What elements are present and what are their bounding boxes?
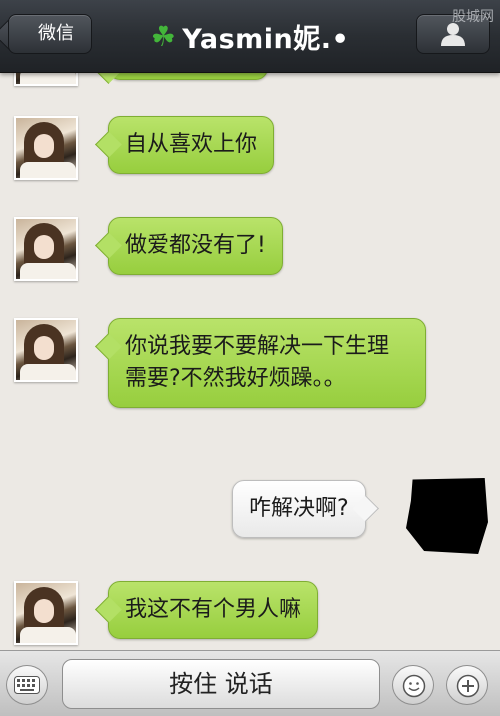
message-text: 咋解决啊? [249, 496, 349, 521]
avatar[interactable] [14, 217, 78, 281]
partial-message-bubble [108, 72, 268, 80]
contact-name: Yasmin妮.• [182, 23, 350, 55]
avatar[interactable] [14, 72, 78, 86]
message-bubble[interactable]: 你说我要不要解决一下生理需要?不然我好烦躁。。 [108, 318, 426, 408]
message-text: 做爱都没有了! [125, 233, 266, 258]
avatar[interactable] [14, 581, 78, 645]
keyboard-toggle-button[interactable] [6, 665, 48, 705]
emoji-icon [402, 674, 426, 698]
avatar[interactable] [14, 116, 78, 180]
message-text: 自从喜欢上你 [125, 132, 258, 157]
message-bubble[interactable]: 自从喜欢上你 [108, 116, 275, 174]
avatar[interactable] [14, 318, 78, 382]
chat-header: 微信 ☘ Yasmin妮.• 股城网 [0, 0, 500, 73]
input-bar: 按住 说话 [0, 650, 500, 716]
message-bubble[interactable]: 做爱都没有了! [108, 217, 283, 275]
add-more-button[interactable] [446, 665, 488, 705]
message-text: 我这不有个男人嘛 [125, 597, 302, 622]
message-bubble-outgoing[interactable]: 咋解决啊? [232, 480, 366, 538]
message-text: 你说我要不要解决一下生理需要?不然我好烦躁。。 [125, 334, 390, 391]
keyboard-icon [14, 676, 40, 694]
add-more-icon [456, 674, 480, 698]
emoji-button[interactable] [392, 665, 434, 705]
redacted-avatar [406, 478, 488, 554]
watermark: 股城网 [452, 9, 494, 25]
clover-icon: ☘ [150, 19, 177, 53]
hold-to-talk-button[interactable]: 按住 说话 [62, 659, 380, 709]
message-list[interactable]: 自从喜欢上你 做爱都没有了! 你说我要不要解决一下生理需要?不然我好烦躁。。 咋… [0, 72, 500, 650]
message-bubble[interactable]: 我这不有个男人嘛 [108, 581, 319, 639]
